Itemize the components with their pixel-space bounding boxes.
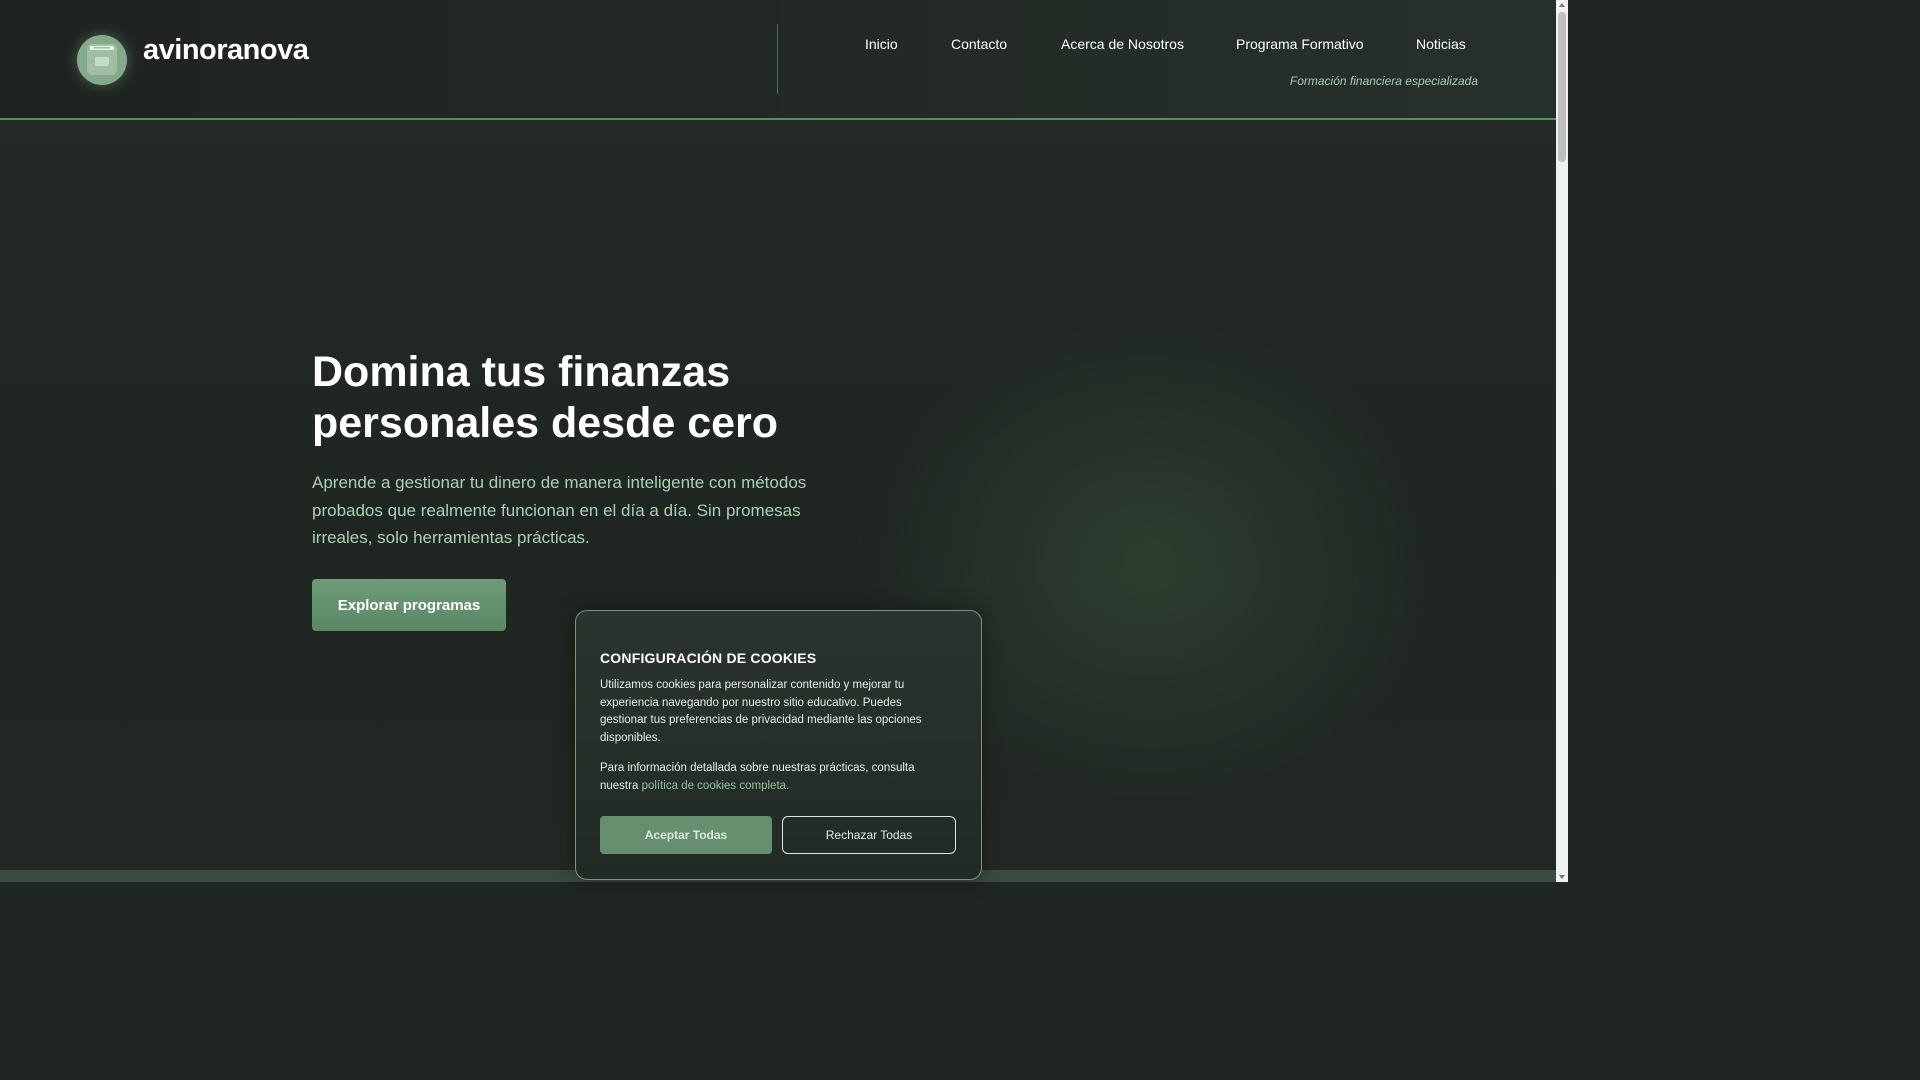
explore-programs-button[interactable]: Explorar programas: [312, 579, 506, 631]
scroll-up-arrow-icon[interactable]: [1559, 3, 1565, 7]
cookie-description: Utilizamos cookies para personalizar con…: [600, 679, 922, 744]
tagline: Formación financiera especializada: [1289, 74, 1478, 88]
logo[interactable]: [77, 35, 127, 85]
page: avinoranova Inicio Contacto Acerca de No…: [0, 0, 1556, 882]
nav-item-acerca[interactable]: Acerca de Nosotros: [1061, 36, 1184, 52]
archive-box-icon: [87, 44, 117, 75]
hero-description: Aprende a gestionar tu dinero de manera …: [312, 473, 807, 547]
hero-title: Domina tus finanzas personales desde cer…: [312, 348, 779, 447]
cookie-policy-text: Para información detallada sobre nuestra…: [600, 760, 950, 795]
reject-all-button[interactable]: Rechazar Todas: [782, 816, 956, 854]
header-divider: [777, 24, 778, 94]
nav-item-noticias[interactable]: Noticias: [1416, 36, 1466, 52]
nav-item-contacto[interactable]: Contacto: [951, 36, 1007, 52]
accept-all-button[interactable]: Aceptar Todas: [600, 816, 772, 854]
nav-item-inicio[interactable]: Inicio: [865, 36, 898, 52]
cookie-policy-suffix: .: [786, 779, 790, 792]
cookie-policy-link[interactable]: política de cookies completa: [642, 780, 786, 792]
cookie-title: CONFIGURACIÓN DE COOKIES: [600, 650, 817, 666]
scroll-down-arrow-icon[interactable]: [1559, 875, 1565, 879]
scrollbar[interactable]: [1556, 0, 1568, 882]
brand-name[interactable]: avinoranova: [143, 34, 309, 67]
scrollbar-thumb[interactable]: [1558, 12, 1566, 162]
cookie-banner: CONFIGURACIÓN DE COOKIES Utilizamos cook…: [575, 610, 982, 880]
nav-item-programa[interactable]: Programa Formativo: [1236, 36, 1364, 52]
site-header: avinoranova Inicio Contacto Acerca de No…: [0, 0, 1556, 120]
